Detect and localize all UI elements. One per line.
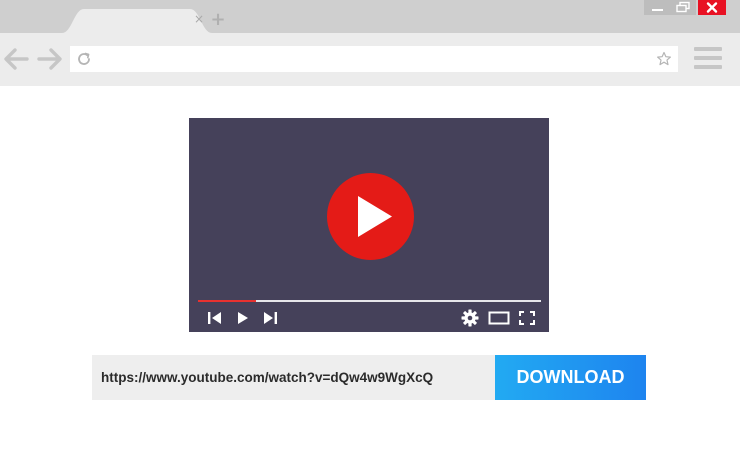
reload-icon[interactable] — [76, 51, 92, 67]
play-icon[interactable] — [234, 310, 252, 326]
close-button[interactable] — [698, 0, 726, 15]
address-bar[interactable] — [70, 46, 678, 72]
minimize-button[interactable] — [644, 0, 670, 15]
browser-toolbar — [0, 33, 740, 86]
browser-tab[interactable]: × — [62, 9, 212, 33]
video-player[interactable] — [189, 118, 549, 332]
forward-arrow-icon[interactable] — [37, 47, 63, 71]
fullscreen-icon[interactable] — [518, 310, 536, 326]
back-arrow-icon[interactable] — [3, 47, 29, 71]
progress-bar[interactable] — [198, 300, 541, 302]
settings-gear-icon[interactable] — [461, 309, 479, 327]
video-url-input[interactable]: https://www.youtube.com/watch?v=dQw4w9Wg… — [92, 355, 495, 400]
browser-titlebar: × + — [0, 0, 740, 33]
previous-icon[interactable] — [206, 310, 224, 326]
hamburger-menu-icon[interactable] — [694, 45, 722, 71]
video-url-value: https://www.youtube.com/watch?v=dQw4w9Wg… — [101, 370, 434, 385]
minimize-icon — [652, 9, 663, 11]
download-button[interactable]: DOWNLOAD — [495, 355, 646, 400]
star-icon[interactable] — [656, 51, 672, 67]
restore-button[interactable] — [670, 0, 696, 15]
progress-fill — [198, 300, 257, 302]
tab-shape — [62, 9, 212, 33]
theater-mode-icon[interactable] — [488, 310, 510, 326]
restore-icon — [676, 1, 690, 13]
new-tab-icon[interactable]: + — [210, 11, 226, 29]
next-icon[interactable] — [261, 310, 279, 326]
tab-close-icon[interactable]: × — [193, 12, 205, 26]
close-icon — [706, 2, 718, 13]
big-play-button-icon[interactable] — [327, 173, 414, 260]
